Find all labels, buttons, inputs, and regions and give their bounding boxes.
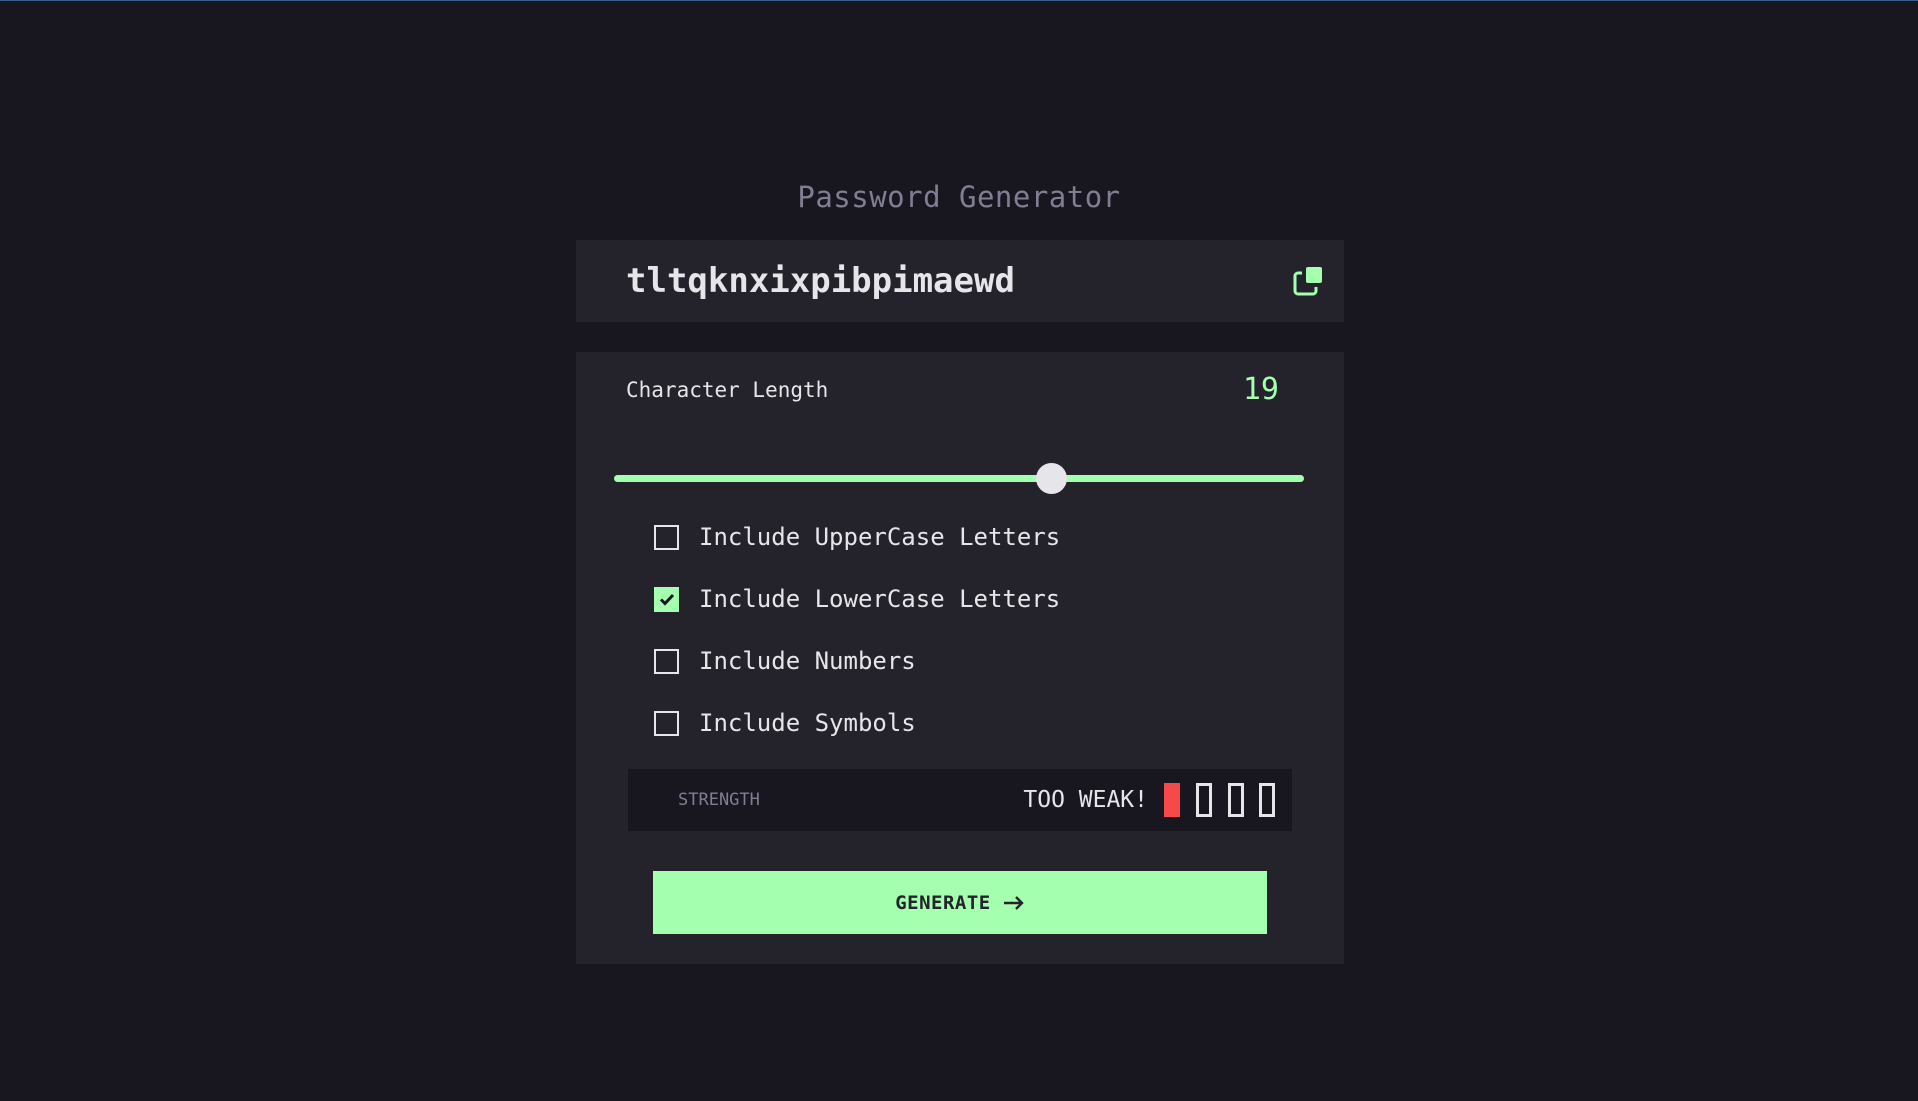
generate-button[interactable]: GENERATE xyxy=(653,871,1267,934)
copy-icon xyxy=(1293,267,1322,296)
option-label: Include Numbers xyxy=(699,647,916,675)
option-uppercase[interactable]: Include UpperCase Letters xyxy=(654,517,1060,557)
option-numbers[interactable]: Include Numbers xyxy=(654,641,916,681)
option-label: Include LowerCase Letters xyxy=(699,585,1061,613)
generate-label: GENERATE xyxy=(895,891,991,914)
strength-bar xyxy=(1228,783,1244,817)
settings-panel: Character Length 19 Include UpperCase Le… xyxy=(576,352,1344,964)
character-length-value: 19 xyxy=(1242,372,1279,407)
page-title: Password Generator xyxy=(797,180,1121,214)
strength-label: STRENGTH xyxy=(678,790,760,810)
copy-button[interactable] xyxy=(1292,265,1324,297)
character-length-label: Character Length xyxy=(626,378,829,402)
password-output: tltqknxixpibpimaewd xyxy=(626,261,1015,301)
strength-value: TOO WEAK! xyxy=(1023,787,1148,813)
lowercase-checkbox[interactable] xyxy=(654,586,679,612)
password-display: tltqknxixpibpimaewd xyxy=(576,240,1344,322)
slider-track[interactable] xyxy=(614,475,1304,482)
top-border xyxy=(0,0,1918,1)
slider-thumb[interactable] xyxy=(1035,463,1067,494)
strength-bar xyxy=(1196,783,1212,817)
option-lowercase[interactable]: Include LowerCase Letters xyxy=(654,579,1060,619)
strength-bar xyxy=(1259,783,1275,817)
strength-bar xyxy=(1164,783,1180,817)
check-icon xyxy=(659,593,674,606)
symbols-checkbox[interactable] xyxy=(654,710,679,736)
option-label: Include UpperCase Letters xyxy=(699,523,1061,551)
length-slider[interactable] xyxy=(614,459,1304,499)
numbers-checkbox[interactable] xyxy=(654,648,679,674)
strength-bars xyxy=(1164,783,1278,817)
strength-meter: STRENGTH TOO WEAK! xyxy=(628,769,1292,831)
option-symbols[interactable]: Include Symbols xyxy=(654,703,916,743)
option-label: Include Symbols xyxy=(699,709,916,737)
arrow-right-icon xyxy=(1003,895,1024,910)
uppercase-checkbox[interactable] xyxy=(654,524,679,550)
